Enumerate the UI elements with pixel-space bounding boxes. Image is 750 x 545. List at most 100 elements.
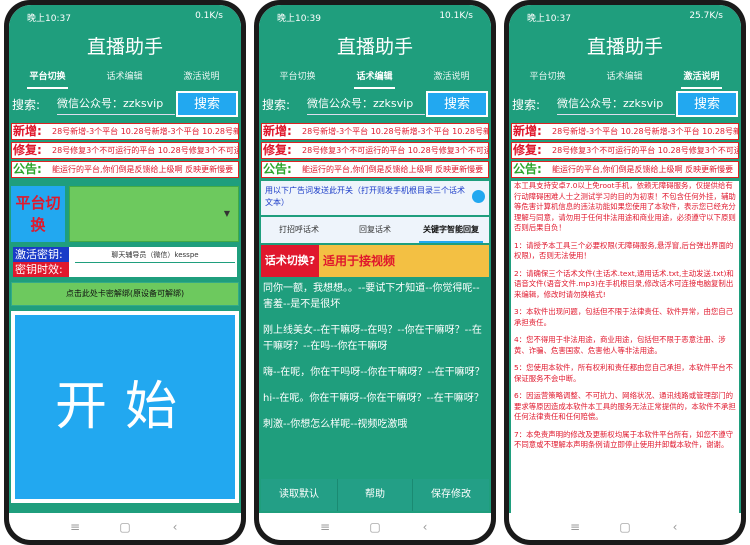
search-input[interactable]: 微信公众号：zzksvip — [307, 94, 425, 115]
description-paragraph: 4：您不得用于非法用途，商业用途，包括但不限于恶意注册、涉黄、诈骗、危害国家、危… — [514, 335, 726, 355]
platform-select[interactable]: ▼ — [69, 186, 239, 242]
content: 搜索: 微信公众号：zzksvip 搜索 新增: 28号新增-3个平台 10.2… — [9, 89, 241, 513]
search-row: 搜索: 微信公众号：zzksvip 搜索 — [259, 91, 491, 119]
tab-platform-switch[interactable]: 平台切换 — [259, 67, 336, 89]
tab-script-edit[interactable]: 话术编辑 — [336, 67, 413, 89]
notice-announce-text: 能运行的平台,你们倒是反馈给上级啊 反映更新慢要 — [52, 165, 234, 174]
status-speed: 0.1K/s — [195, 11, 223, 21]
auto-send-toggle-card: 用以下广告词发送此开关（打开则发手机根目录三个话术文本） — [261, 181, 489, 215]
status-bar: 晚上10:37 0.1K/s — [9, 5, 241, 27]
subtab-greeting[interactable]: 打招呼话术 — [261, 217, 337, 243]
content: 搜索: 微信公众号：zzksvip 搜索 新增: 28号新增-3个平台 10.2… — [509, 89, 741, 513]
notice-announce: 公告: 能运行的平台,你们倒是反馈给上级啊 反映更新慢要 — [11, 161, 239, 178]
home-icon[interactable]: ▢ — [115, 517, 135, 537]
back-icon[interactable]: ‹ — [665, 517, 685, 537]
search-button[interactable]: 搜索 — [176, 91, 238, 117]
script-line: hi--在呢。你在干嘛呀--你在干嘛呀？--在干嘛呀？ — [263, 393, 484, 404]
app-title: 直播助手 — [9, 27, 241, 67]
notice-fix: 修复: 28号修复3个不可运行的平台 10.28号修复3个不可运行的平台 — [511, 142, 739, 159]
subtab-reply[interactable]: 回复话术 — [337, 217, 413, 243]
notice-announce-text: 能运行的平台,你们倒是反馈给上级啊 反映更新慢要 — [302, 165, 484, 174]
back-icon[interactable]: ‹ — [165, 517, 185, 537]
notice-announce-label: 公告: — [513, 162, 542, 176]
notice-new-text: 28号新增-3个平台 10.28号新增-3个平台 10.28号新增-3个平台 — [52, 127, 238, 136]
app-title: 直播助手 — [509, 27, 741, 67]
script-switch-select[interactable]: 适用于接视频 — [319, 245, 489, 277]
description-paragraph: 7：本免责声明的修改及更新权均属于本软件平台所有，如您不遵守不同意或不理解本声明… — [514, 429, 734, 450]
notice-fix-label: 修复: — [263, 143, 292, 157]
notice-announce-label: 公告: — [13, 162, 42, 176]
nav-bar: ≡ ▢ ‹ — [9, 513, 241, 540]
notice-new-label: 新增: — [263, 124, 292, 138]
notice-new-label: 新增: — [13, 124, 42, 138]
notice-announce-text: 能运行的平台,你们倒是反馈给上级啊 反映更新慢要 — [552, 165, 734, 174]
tab-script-edit[interactable]: 话术编辑 — [586, 67, 663, 89]
script-line: 同你一额，我想想。。--要试下才知道--你觉得呢--害羞--是不是很坏 — [263, 283, 480, 310]
notice-fix-label: 修复: — [13, 143, 42, 157]
screen: 晚上10:37 25.7K/s 直播助手 平台切换 话术编辑 激活说明 搜索: … — [509, 5, 741, 540]
screen: 晚上10:37 0.1K/s 直播助手 平台切换 话术编辑 激活说明 搜索: 微… — [9, 5, 241, 540]
auto-send-toggle[interactable] — [472, 190, 485, 203]
script-editor[interactable]: 同你一额，我想想。。--要试下才知道--你觉得呢--害羞--是不是很坏 刚上线美… — [261, 281, 489, 479]
phone-platform-switch: 晚上10:37 0.1K/s 直播助手 平台切换 话术编辑 激活说明 搜索: 微… — [4, 0, 246, 545]
start-button[interactable]: 开始 — [15, 315, 235, 499]
subtab-keyword-reply[interactable]: 关键字智能回复 — [413, 217, 489, 243]
activation-key-box: 激活密钥: 密钥时效: 聊天辅导员（微信）kesspe — [11, 245, 239, 279]
unbind-button[interactable]: 点击此处卡密解绑(原设备可解绑) — [11, 282, 239, 306]
bottom-button-bar: 读取默认 帮助 保存修改 — [261, 479, 489, 511]
notice-new: 新增: 28号新增-3个平台 10.28号新增-3个平台 10.28号新增-3个… — [11, 123, 239, 140]
tab-activation-info[interactable]: 激活说明 — [163, 67, 240, 89]
script-line: 嗨--在呢，你在干吗呀--你在干嘛呀？--在干嘛呀？ — [263, 367, 485, 378]
notice-new-label: 新增: — [513, 124, 542, 138]
home-icon[interactable]: ▢ — [615, 517, 635, 537]
help-button[interactable]: 帮助 — [337, 479, 413, 511]
dropdown-arrow-icon: ▼ — [223, 209, 230, 218]
description-paragraph: 1：请授予本工具三个必要权限(无障碍服务,悬浮窗,后台弹出界面的权限)，否则无法… — [514, 240, 734, 261]
search-input[interactable]: 微信公众号：zzksvip — [557, 94, 675, 115]
phone-activation-info: 晚上10:37 25.7K/s 直播助手 平台切换 话术编辑 激活说明 搜索: … — [504, 0, 746, 545]
search-input[interactable]: 微信公众号：zzksvip — [57, 94, 175, 115]
description-paragraph: 6：因运营策略调整、不可抗力、网络状况、通讯线路或管理部门的要求等原因造成本软件… — [514, 391, 736, 421]
tab-script-edit[interactable]: 话术编辑 — [86, 67, 163, 89]
platform-switch-label: 平台切换 — [11, 186, 65, 242]
nav-bar: ≡ ▢ ‹ — [509, 513, 741, 540]
menu-icon[interactable]: ≡ — [565, 517, 585, 537]
content: 搜索: 微信公众号：zzksvip 搜索 新增: 28号新增-3个平台 10.2… — [259, 89, 491, 513]
tab-bar: 平台切换 话术编辑 激活说明 — [509, 67, 741, 89]
tab-activation-info[interactable]: 激活说明 — [413, 67, 490, 89]
script-subtabs: 打招呼话术 回复话术 关键字智能回复 — [261, 217, 489, 243]
home-icon[interactable]: ▢ — [365, 517, 385, 537]
description-paragraph: 2：请确保三个话术文件(主话术.text,通用话术.txt,主动发送.txt)和… — [514, 268, 734, 299]
activation-key-input[interactable]: 聊天辅导员（微信）kesspe — [75, 250, 235, 263]
description-paragraph: 5：您使用本软件，所有权利和责任都由您自己承担，本软件平台不保证服务不会中断。 — [514, 363, 734, 383]
tab-bar: 平台切换 话术编辑 激活说明 — [259, 67, 491, 89]
screen: 晚上10:39 10.1K/s 直播助手 平台切换 话术编辑 激活说明 搜索: … — [259, 5, 491, 540]
search-button[interactable]: 搜索 — [426, 91, 488, 117]
menu-icon[interactable]: ≡ — [65, 517, 85, 537]
load-default-button[interactable]: 读取默认 — [261, 479, 337, 511]
status-time: 晚上10:37 — [27, 14, 71, 24]
key-time-label: 密钥时效: — [13, 262, 69, 277]
tab-platform-switch[interactable]: 平台切换 — [9, 67, 86, 89]
tab-activation-info[interactable]: 激活说明 — [663, 67, 740, 89]
description-paragraph: 本工具支持安卓7.0以上免root手机，依赖无障碍服务，仅提供给有行动障碍困难人… — [514, 181, 736, 232]
tab-platform-switch[interactable]: 平台切换 — [509, 67, 586, 89]
notice-fix: 修复: 28号修复3个不可运行的平台 10.28号修复3个不可运行的平台 — [11, 142, 239, 159]
search-row: 搜索: 微信公众号：zzksvip 搜索 — [509, 91, 741, 119]
phone-script-edit: 晚上10:39 10.1K/s 直播助手 平台切换 话术编辑 激活说明 搜索: … — [254, 0, 496, 545]
script-line: 刚上线美女--在干嘛呀--在吗？--你在干嘛呀？--在干嘛呀？--在吗--你在干… — [263, 325, 482, 352]
menu-icon[interactable]: ≡ — [315, 517, 335, 537]
auto-send-toggle-label: 用以下广告词发送此开关（打开则发手机根目录三个话术文本） — [265, 186, 465, 207]
search-button[interactable]: 搜索 — [676, 91, 738, 117]
nav-bar: ≡ ▢ ‹ — [259, 513, 491, 540]
back-icon[interactable]: ‹ — [415, 517, 435, 537]
notice-announce: 公告: 能运行的平台,你们倒是反馈给上级啊 反映更新慢要 — [261, 161, 489, 178]
activation-description: 本工具支持安卓7.0以上免root手机，依赖无障碍服务，仅提供给有行动障碍困难人… — [511, 181, 739, 513]
activation-key-label: 激活密钥: — [13, 247, 69, 262]
notice-fix-label: 修复: — [513, 143, 542, 157]
status-bar: 晚上10:39 10.1K/s — [259, 5, 491, 27]
notice-fix-text: 28号修复3个不可运行的平台 10.28号修复3个不可运行的平台 — [302, 146, 488, 155]
search-row: 搜索: 微信公众号：zzksvip 搜索 — [9, 91, 241, 119]
save-button[interactable]: 保存修改 — [413, 479, 489, 511]
status-speed: 25.7K/s — [689, 11, 723, 21]
